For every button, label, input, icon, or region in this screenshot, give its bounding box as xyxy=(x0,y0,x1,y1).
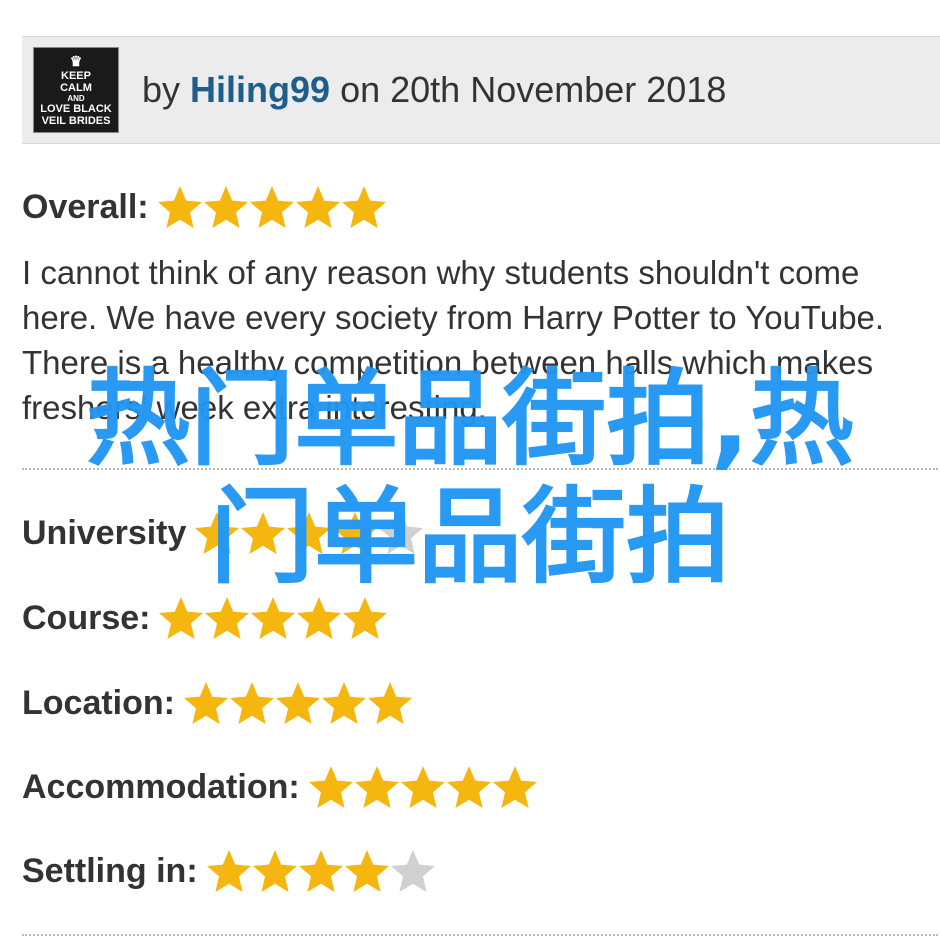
avatar[interactable]: ♛ KEEP CALM AND LOVE BLACK VEIL BRIDES xyxy=(33,47,119,133)
review-page: ♛ KEEP CALM AND LOVE BLACK VEIL BRIDES b… xyxy=(0,0,940,945)
rating-row-course: Course: xyxy=(22,595,388,641)
star-empty-icon xyxy=(378,510,424,556)
star-filled-icon xyxy=(203,184,249,230)
star-filled-icon xyxy=(249,184,295,230)
divider xyxy=(22,934,938,936)
star-filled-icon xyxy=(354,764,400,810)
star-filled-icon xyxy=(341,184,387,230)
by-prefix: by xyxy=(142,69,181,110)
star-filled-icon xyxy=(332,510,378,556)
star-filled-icon xyxy=(157,184,203,230)
star-filled-icon xyxy=(344,848,390,894)
star-empty-icon xyxy=(390,848,436,894)
star-filled-icon xyxy=(240,510,286,556)
star-filled-icon xyxy=(204,595,250,641)
review-body: I cannot think of any reason why student… xyxy=(22,254,885,426)
star-filled-icon xyxy=(206,848,252,894)
rating-stars xyxy=(308,764,538,810)
star-filled-icon xyxy=(295,184,341,230)
rating-label: Course: xyxy=(22,598,151,637)
overall-label: Overall: xyxy=(22,187,149,226)
rating-row-university: University xyxy=(22,510,424,556)
avatar-line: VEIL BRIDES xyxy=(41,115,111,127)
star-filled-icon xyxy=(158,595,204,641)
rating-stars xyxy=(158,595,388,641)
avatar-line: KEEP xyxy=(61,70,91,82)
star-filled-icon xyxy=(321,680,367,726)
rating-row-settling: Settling in: xyxy=(22,848,436,894)
overall-rating-row: Overall: xyxy=(22,184,387,230)
avatar-line: LOVE BLACK xyxy=(40,103,112,115)
star-filled-icon xyxy=(296,595,342,641)
divider xyxy=(22,468,938,470)
star-filled-icon xyxy=(298,848,344,894)
crown-icon: ♛ xyxy=(69,53,83,69)
review-header: ♛ KEEP CALM AND LOVE BLACK VEIL BRIDES b… xyxy=(22,36,940,144)
rating-stars xyxy=(183,680,413,726)
rating-stars xyxy=(194,510,424,556)
star-filled-icon xyxy=(367,680,413,726)
rating-row-accommodation: Accommodation: xyxy=(22,764,538,810)
rating-label: Accommodation: xyxy=(22,767,300,806)
review-date: on 20th November 2018 xyxy=(340,69,727,110)
overall-stars xyxy=(157,184,387,230)
username-link[interactable]: Hiling99 xyxy=(190,69,330,110)
star-filled-icon xyxy=(286,510,332,556)
rating-row-location: Location: xyxy=(22,680,413,726)
star-filled-icon xyxy=(252,848,298,894)
avatar-line: AND xyxy=(67,94,85,103)
star-filled-icon xyxy=(446,764,492,810)
star-filled-icon xyxy=(229,680,275,726)
rating-stars xyxy=(206,848,436,894)
avatar-line: CALM xyxy=(60,82,92,94)
star-filled-icon xyxy=(308,764,354,810)
star-filled-icon xyxy=(400,764,446,810)
byline: by Hiling99 on 20th November 2018 xyxy=(142,69,726,111)
star-filled-icon xyxy=(342,595,388,641)
rating-label: Location: xyxy=(22,683,175,722)
star-filled-icon xyxy=(492,764,538,810)
star-filled-icon xyxy=(183,680,229,726)
rating-label: Settling in: xyxy=(22,851,198,890)
star-filled-icon xyxy=(194,510,240,556)
rating-label: University xyxy=(22,513,187,552)
star-filled-icon xyxy=(275,680,321,726)
star-filled-icon xyxy=(250,595,296,641)
